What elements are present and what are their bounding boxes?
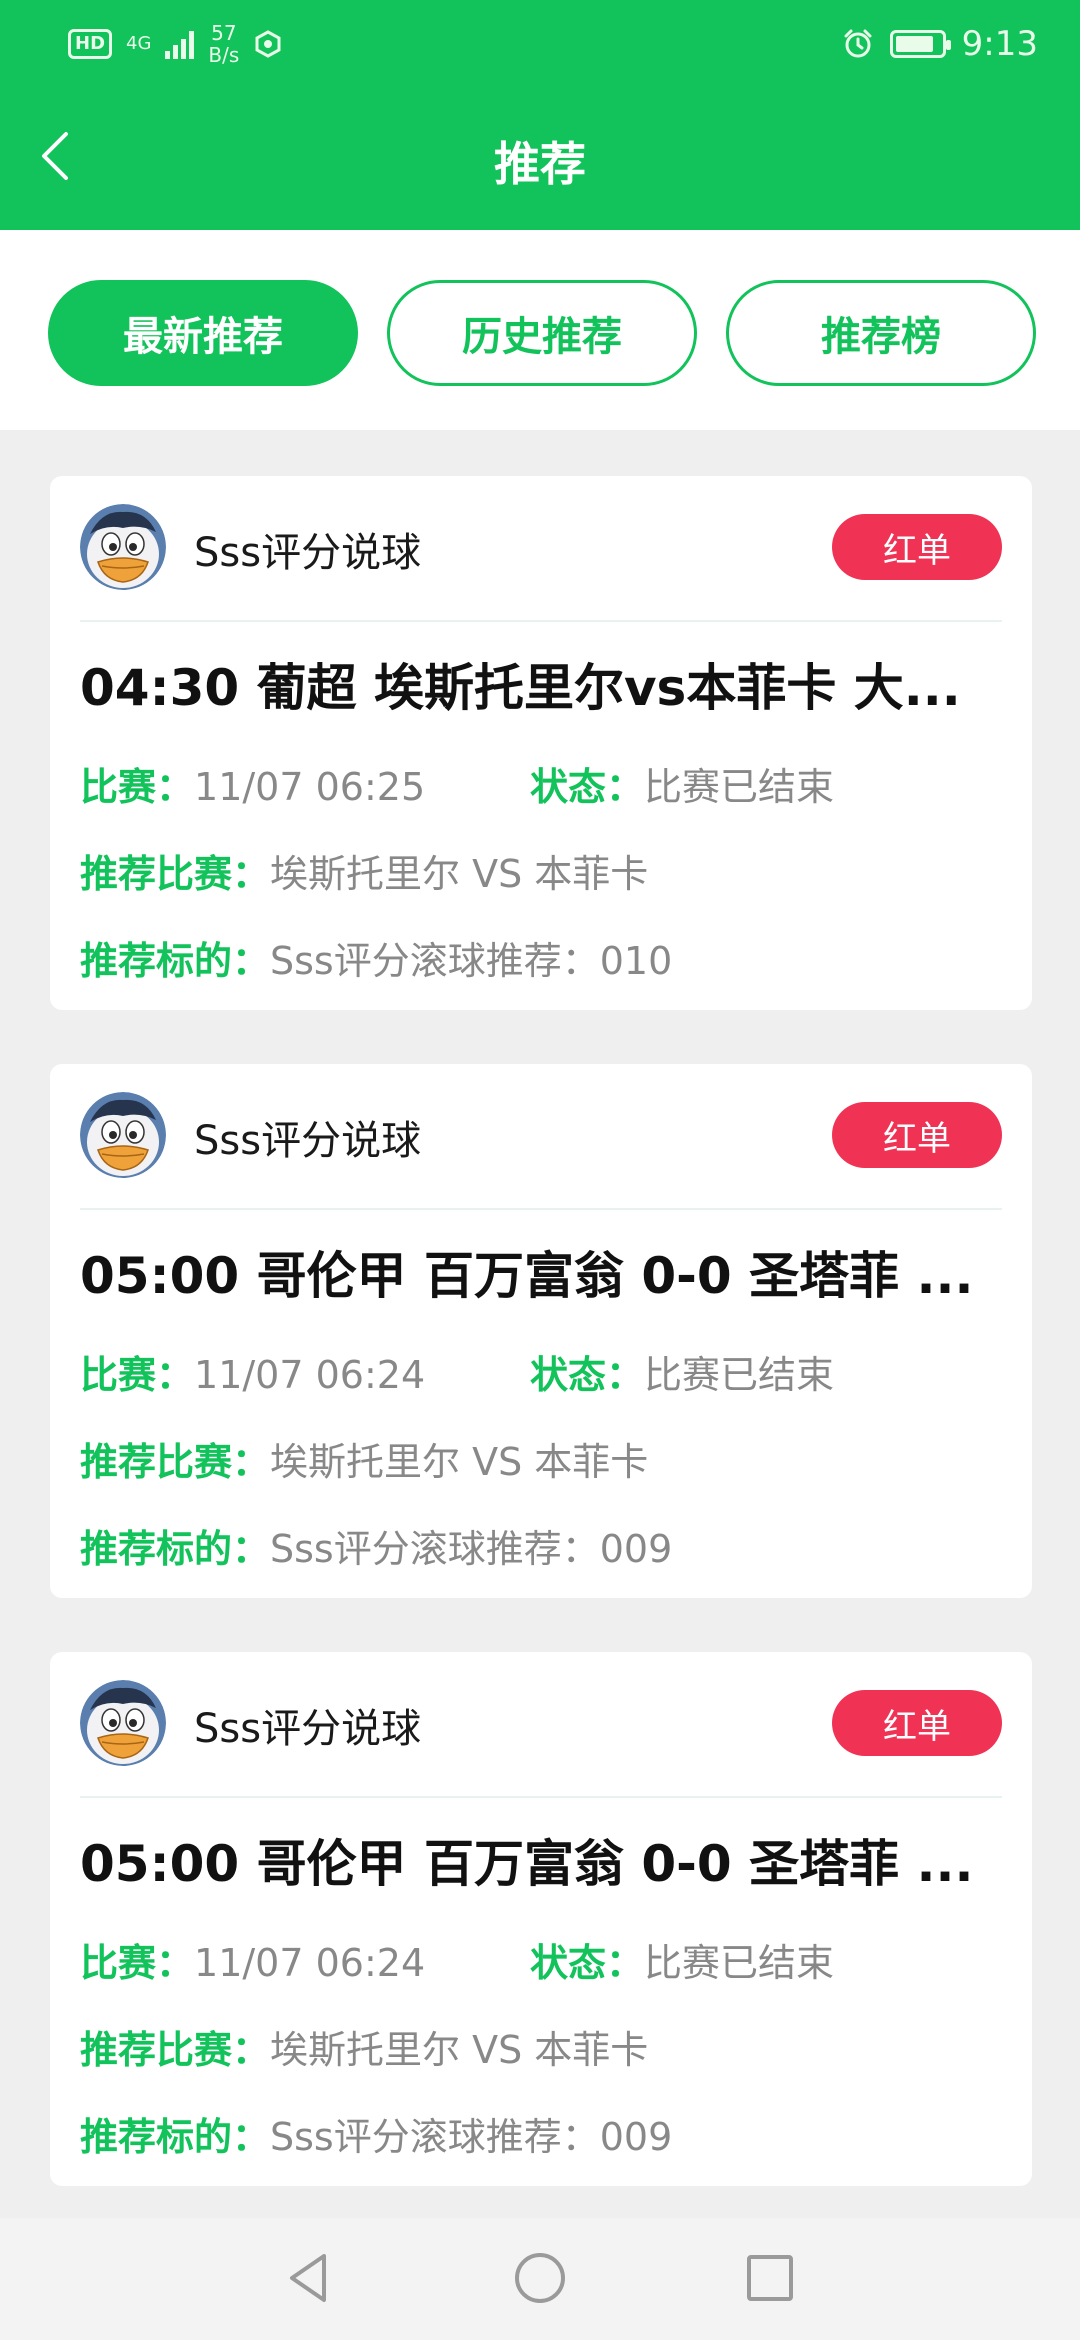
duck-avatar-icon[interactable] xyxy=(80,504,166,590)
match-time-value: 11/07 06:24 xyxy=(194,1353,426,1397)
recommendation-card[interactable]: Sss评分说球 红单 05:00 哥伦甲 百万富翁 0-0 圣塔菲 ... 比赛… xyxy=(50,1064,1032,1598)
tab-latest[interactable]: 最新推荐 xyxy=(48,280,358,386)
app-notification-icon xyxy=(255,30,281,58)
circle-home-icon[interactable] xyxy=(508,2246,572,2310)
square-recent-icon[interactable] xyxy=(738,2246,802,2310)
status-row: 状态：比赛已结束 xyxy=(530,1932,834,1987)
recommendation-card[interactable]: Sss评分说球 红单 04:30 葡超 埃斯托里尔vs本菲卡 大... 比赛：1… xyxy=(50,476,1032,1010)
status-badge: 红单 xyxy=(832,1690,1002,1756)
status-label: 状态： xyxy=(530,1941,645,1985)
app-header: HD 4G 57 B/s 9:13 推荐 xyxy=(0,0,1080,230)
recommend-match-row: 推荐比赛：埃斯托里尔 VS 本菲卡 xyxy=(80,2019,648,2074)
recommend-target-row: 推荐标的：Sss评分滚球推荐：010 xyxy=(80,930,672,985)
match-time-row: 比赛：11/07 06:24 xyxy=(80,1344,425,1399)
recommend-target-value: Sss评分滚球推荐：009 xyxy=(270,1527,673,1571)
author-name: Sss评分说球 xyxy=(194,1706,422,1752)
recommend-match-row: 推荐比赛：埃斯托里尔 VS 本菲卡 xyxy=(80,843,648,898)
recommend-target-label: 推荐标的： xyxy=(80,939,271,983)
status-row: 状态：比赛已结束 xyxy=(530,1344,834,1399)
divider xyxy=(80,1796,1002,1798)
status-right: 9:13 xyxy=(842,24,1038,64)
author-name: Sss评分说球 xyxy=(194,530,422,576)
match-time-value: 11/07 06:25 xyxy=(194,765,426,809)
speed-value: 57 xyxy=(211,21,237,45)
speed-unit: B/s xyxy=(208,43,240,67)
divider xyxy=(80,620,1002,622)
match-title: 04:30 葡超 埃斯托里尔vs本菲卡 大... xyxy=(80,659,961,717)
match-time-label: 比赛： xyxy=(80,1353,195,1397)
recommend-match-value: 埃斯托里尔 VS 本菲卡 xyxy=(270,2028,649,2072)
recommend-match-row: 推荐比赛：埃斯托里尔 VS 本菲卡 xyxy=(80,1431,648,1486)
match-time-label: 比赛： xyxy=(80,1941,195,1985)
battery-icon xyxy=(889,30,951,58)
match-time-row: 比赛：11/07 06:24 xyxy=(80,1932,425,1987)
recommend-target-value: Sss评分滚球推荐：010 xyxy=(270,939,673,983)
recommend-match-label: 推荐比赛： xyxy=(80,2028,271,2072)
status-value: 比赛已结束 xyxy=(644,1941,835,1985)
status-label: 状态： xyxy=(530,1353,645,1397)
duck-avatar-icon[interactable] xyxy=(80,1680,166,1766)
status-row: 状态：比赛已结束 xyxy=(530,756,834,811)
signal-icon xyxy=(165,29,195,59)
recommend-match-label: 推荐比赛： xyxy=(80,1440,271,1484)
alarm-icon xyxy=(844,29,872,58)
system-nav-bar xyxy=(0,2218,1080,2340)
status-left: HD 4G 57 B/s xyxy=(68,22,283,66)
divider xyxy=(80,1208,1002,1210)
battery-fill xyxy=(895,36,933,52)
duck-avatar-icon[interactable] xyxy=(80,1092,166,1178)
status-value: 比赛已结束 xyxy=(644,1353,835,1397)
recommendation-card[interactable]: Sss评分说球 红单 05:00 哥伦甲 百万富翁 0-0 圣塔菲 ... 比赛… xyxy=(50,1652,1032,2186)
recommend-target-row: 推荐标的：Sss评分滚球推荐：009 xyxy=(80,2106,672,2161)
tab-bar: 最新推荐 历史推荐 推荐榜 xyxy=(0,230,1080,430)
network-type: 4G xyxy=(126,33,152,54)
match-title: 05:00 哥伦甲 百万富翁 0-0 圣塔菲 ... xyxy=(80,1835,974,1893)
triangle-back-icon[interactable] xyxy=(278,2246,342,2310)
status-bar: HD 4G 57 B/s 9:13 xyxy=(0,0,1080,92)
match-time-label: 比赛： xyxy=(80,765,195,809)
status-badge: 红单 xyxy=(832,1102,1002,1168)
author-name: Sss评分说球 xyxy=(194,1118,422,1164)
clock: 9:13 xyxy=(961,24,1038,64)
recommend-target-row: 推荐标的：Sss评分滚球推荐：009 xyxy=(80,1518,672,1573)
recommend-target-label: 推荐标的： xyxy=(80,1527,271,1571)
network-speed: 57 B/s xyxy=(208,22,239,66)
status-badge: 红单 xyxy=(832,514,1002,580)
tab-ranking[interactable]: 推荐榜 xyxy=(726,280,1036,386)
recommend-target-value: Sss评分滚球推荐：009 xyxy=(270,2115,673,2159)
recommend-target-label: 推荐标的： xyxy=(80,2115,271,2159)
recommend-match-value: 埃斯托里尔 VS 本菲卡 xyxy=(270,1440,649,1484)
recommend-match-label: 推荐比赛： xyxy=(80,852,271,896)
status-label: 状态： xyxy=(530,765,645,809)
match-title: 05:00 哥伦甲 百万富翁 0-0 圣塔菲 ... xyxy=(80,1247,974,1305)
match-time-value: 11/07 06:24 xyxy=(194,1941,426,1985)
match-time-row: 比赛：11/07 06:25 xyxy=(80,756,425,811)
recommend-match-value: 埃斯托里尔 VS 本菲卡 xyxy=(270,852,649,896)
page-title: 推荐 xyxy=(494,137,586,191)
hd-icon: HD xyxy=(68,29,113,59)
status-value: 比赛已结束 xyxy=(644,765,835,809)
tab-history[interactable]: 历史推荐 xyxy=(387,280,697,386)
